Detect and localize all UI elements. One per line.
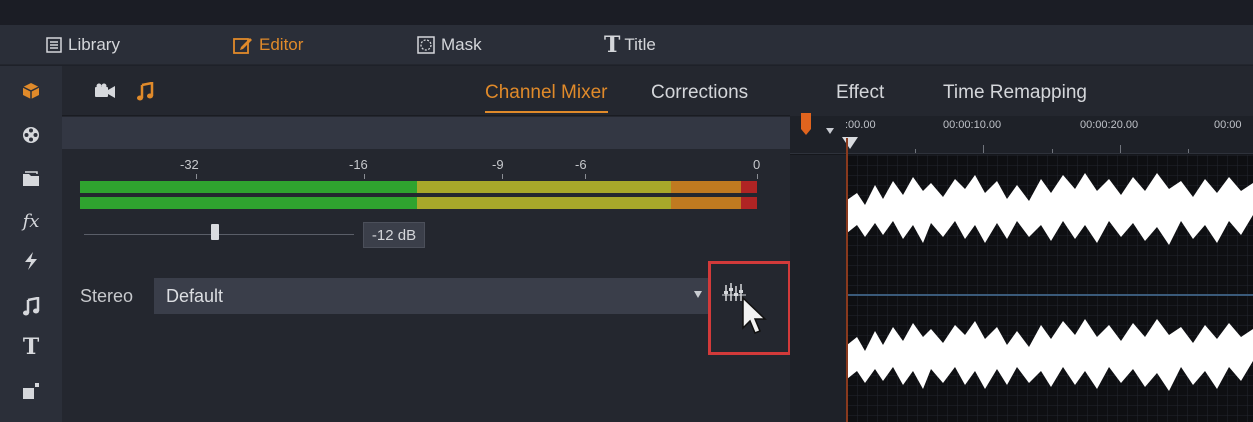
music-note-icon[interactable] bbox=[20, 296, 42, 318]
nav-tab-label: Title bbox=[624, 35, 656, 54]
nav-tab-label: Mask bbox=[441, 35, 482, 54]
mouse-cursor-icon bbox=[741, 296, 771, 343]
meter-segment-green bbox=[80, 181, 417, 193]
nav-tab-library[interactable]: Library bbox=[46, 25, 120, 65]
meter-scale-label: -9 bbox=[492, 157, 504, 172]
chevron-down-icon[interactable] bbox=[826, 121, 834, 139]
main-nav-bar: Library Editor Mask T Title bbox=[0, 25, 1253, 65]
library-icon bbox=[46, 37, 62, 53]
ruler-tick bbox=[1120, 145, 1121, 153]
meter-tick bbox=[502, 174, 503, 179]
meter-segment-orange bbox=[671, 181, 741, 193]
video-camera-icon[interactable] bbox=[94, 83, 116, 104]
left-tool-bar bbox=[0, 66, 62, 422]
volume-value-field[interactable]: -12 dB bbox=[363, 222, 425, 248]
meter-scale-label: -6 bbox=[575, 157, 587, 172]
meter-segment-red bbox=[741, 181, 757, 193]
ruler-tick bbox=[1052, 149, 1053, 153]
playhead-icon[interactable] bbox=[842, 136, 858, 154]
tab-time-remapping[interactable]: Time Remapping bbox=[943, 82, 1087, 104]
level-meter-left bbox=[80, 181, 757, 193]
nav-tab-label: Library bbox=[68, 35, 120, 54]
stereo-dropdown-value: Default bbox=[166, 285, 224, 306]
editor-icon bbox=[233, 36, 253, 54]
timeline-track-header bbox=[790, 155, 847, 422]
mask-icon bbox=[417, 36, 435, 54]
meter-segment-yellow bbox=[417, 197, 671, 209]
montage-icon[interactable] bbox=[20, 380, 42, 402]
channel-mixer-panel bbox=[62, 66, 790, 422]
tab-channel-mixer[interactable]: Channel Mixer bbox=[485, 82, 608, 113]
timecode-label: 00:00:20.00 bbox=[1080, 119, 1139, 131]
tab-corrections[interactable]: Corrections bbox=[651, 82, 748, 104]
timecode-label: :00.00 bbox=[845, 119, 876, 131]
nav-tab-mask[interactable]: Mask bbox=[417, 25, 482, 65]
package-icon[interactable] bbox=[20, 80, 42, 102]
meter-tick bbox=[757, 174, 758, 179]
ruler-tick bbox=[983, 145, 984, 153]
meter-segment-yellow bbox=[417, 181, 671, 193]
fx-icon[interactable]: fx bbox=[20, 210, 42, 232]
meter-tick bbox=[364, 174, 365, 179]
timecode-label: 00:00:10.00 bbox=[943, 119, 1002, 131]
meter-scale-label: 0 bbox=[753, 157, 761, 172]
lightning-icon[interactable] bbox=[20, 250, 42, 272]
meter-segment-green bbox=[80, 197, 417, 209]
meter-tick bbox=[585, 174, 586, 179]
meter-segment-orange bbox=[671, 197, 741, 209]
ruler-tick bbox=[1188, 149, 1189, 153]
level-meter-right bbox=[80, 197, 757, 209]
chevron-down-icon bbox=[694, 291, 702, 298]
title-icon: T bbox=[604, 32, 621, 58]
timeline-marker-icon[interactable] bbox=[801, 113, 811, 140]
audio-waveform[interactable] bbox=[847, 155, 1253, 422]
nav-tab-label: Editor bbox=[259, 35, 304, 54]
meter-tick bbox=[196, 174, 197, 179]
tab-effect[interactable]: Effect bbox=[836, 82, 884, 104]
stereo-label: Stereo bbox=[80, 286, 134, 306]
music-note-icon[interactable] bbox=[136, 81, 154, 107]
title-t-icon[interactable]: T bbox=[20, 334, 42, 360]
panel-subheader bbox=[62, 117, 790, 149]
stereo-dropdown[interactable]: Default bbox=[154, 278, 710, 314]
meter-scale-label: -32 bbox=[180, 157, 199, 172]
volume-slider-thumb[interactable] bbox=[211, 224, 219, 240]
film-reel-icon[interactable] bbox=[20, 124, 42, 146]
nav-tab-title[interactable]: T Title bbox=[604, 25, 656, 65]
ruler-tick bbox=[915, 149, 916, 153]
folder-icon[interactable] bbox=[20, 168, 42, 190]
meter-scale-label: -16 bbox=[349, 157, 368, 172]
meter-segment-red bbox=[741, 197, 757, 209]
volume-slider-track[interactable] bbox=[84, 234, 354, 235]
timecode-label: 00:00 bbox=[1214, 119, 1242, 131]
timeline-ruler[interactable]: :00.00 00:00:10.00 00:00:20.00 00:00 bbox=[790, 116, 1253, 154]
playhead-line bbox=[846, 138, 848, 422]
window-top-strip bbox=[0, 0, 1253, 25]
nav-tab-editor[interactable]: Editor bbox=[233, 25, 303, 65]
